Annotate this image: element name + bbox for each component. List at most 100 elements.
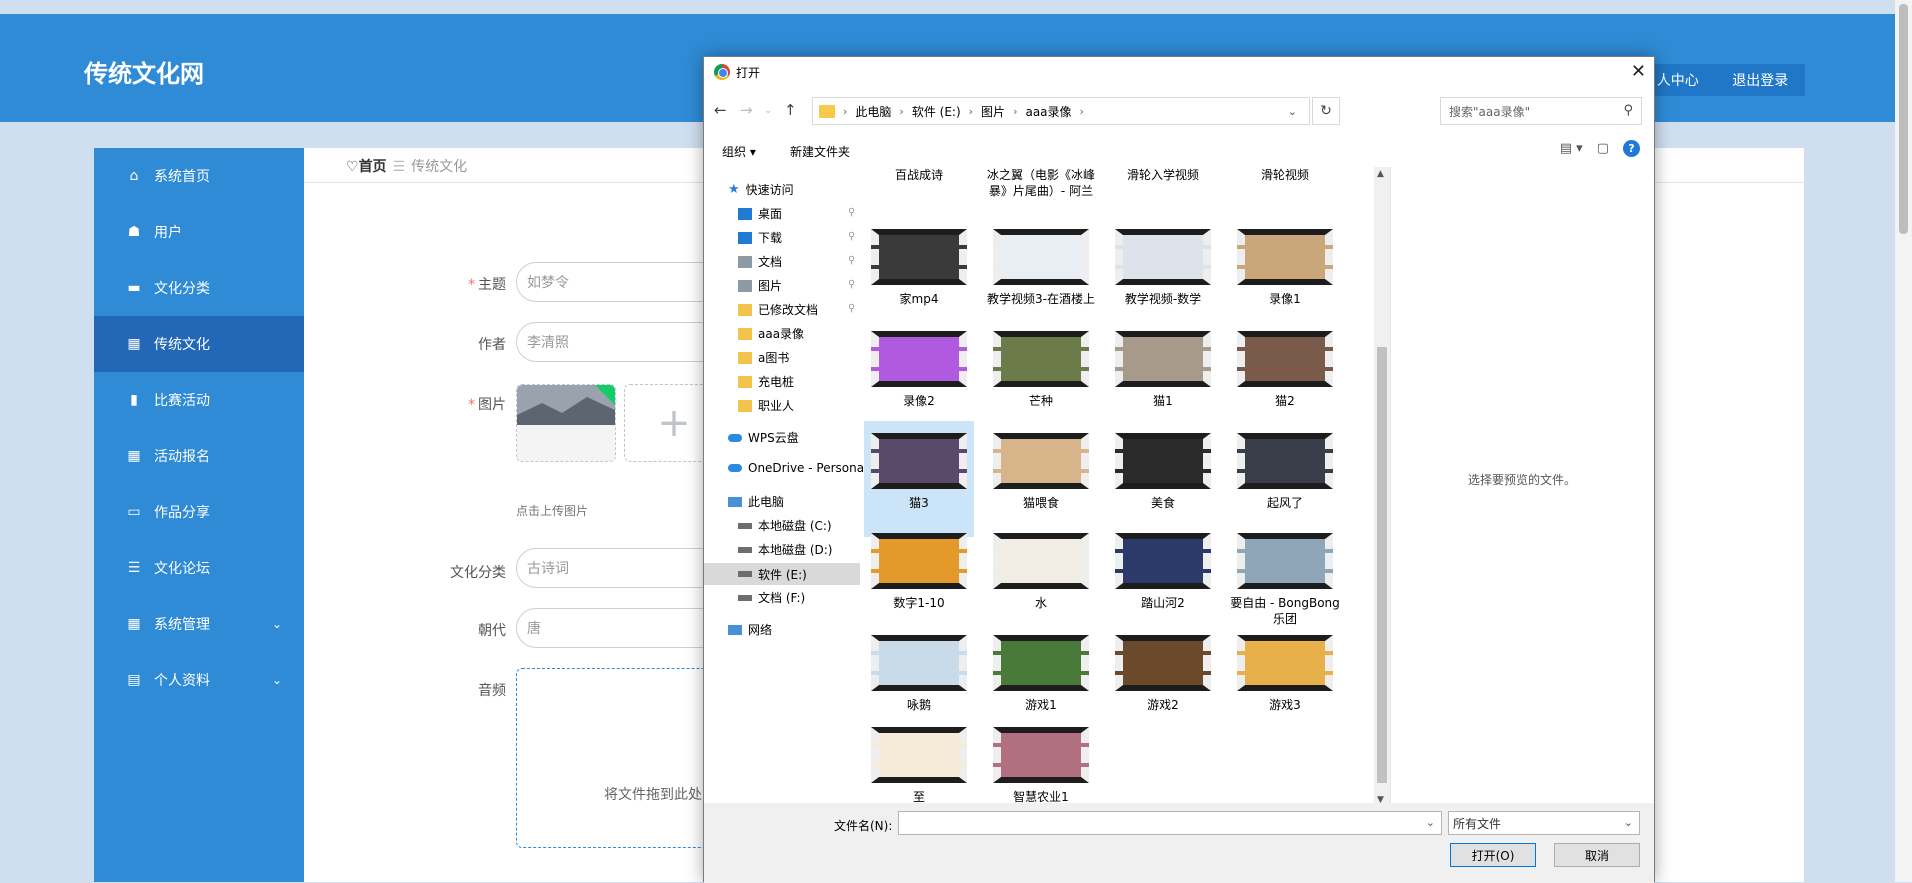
file-item[interactable]: 游戏1 <box>986 635 1096 713</box>
pin-icon[interactable]: ⚲ <box>848 303 855 314</box>
pin-icon[interactable]: ⚲ <box>848 231 855 242</box>
nav-item-drive-c[interactable]: 本地磁盘 (C:) <box>738 517 832 534</box>
nav-item-this-pc[interactable]: 此电脑 <box>728 493 784 510</box>
sidebar-item-home[interactable]: ⌂ 系统首页 <box>94 148 304 204</box>
file-item[interactable]: 猫喂食 <box>986 433 1096 511</box>
nav-item-wps-cloud[interactable]: WPS云盘 <box>728 429 799 446</box>
file-item[interactable]: 美食 <box>1108 433 1218 511</box>
nav-item-pictures[interactable]: 图片 <box>738 277 782 294</box>
path-segment[interactable]: 图片 <box>981 103 1005 120</box>
sidebar-item-system[interactable]: ▦ 系统管理 ⌄ <box>94 596 304 652</box>
file-item[interactable]: 录像1 <box>1230 229 1340 307</box>
scrollbar-thumb[interactable] <box>1377 347 1387 783</box>
page-scrollbar-thumb[interactable] <box>1899 4 1908 234</box>
pictures-icon <box>738 279 752 292</box>
logout-link[interactable]: 退出登录 <box>1732 70 1788 90</box>
file-item[interactable]: 滑轮入学视频 <box>1108 167 1218 183</box>
preview-pane-icon[interactable]: ▢ <box>1597 141 1609 156</box>
sidebar-item-culture[interactable]: ▦ 传统文化 <box>94 316 304 372</box>
sidebar-item-works[interactable]: ▭ 作品分享 <box>94 484 304 540</box>
file-item[interactable]: 录像2 <box>864 331 974 409</box>
file-item[interactable]: 水 <box>986 533 1096 611</box>
back-icon[interactable]: ← <box>714 101 727 119</box>
close-icon[interactable]: ✕ <box>1631 61 1646 82</box>
file-item[interactable]: 滑轮视频 <box>1230 167 1340 183</box>
file-item[interactable]: 咏鹅 <box>864 635 974 713</box>
file-item-selected[interactable]: 猫3 <box>864 421 974 537</box>
file-item[interactable]: 冰之翼（电影《冰峰暴》片尾曲）- 阿兰 <box>986 167 1096 199</box>
video-thumbnail <box>993 433 1089 489</box>
pin-icon[interactable]: ⚲ <box>848 279 855 290</box>
file-item[interactable]: 智慧农业1 <box>986 727 1096 805</box>
filename-input[interactable]: ⌄ <box>898 811 1442 835</box>
pin-icon[interactable]: ⚲ <box>848 255 855 266</box>
nav-item-desktop[interactable]: 桌面 <box>738 205 782 222</box>
user-center-link[interactable]: 人中心 <box>1657 70 1699 90</box>
nav-item-career[interactable]: 职业人 <box>738 397 794 414</box>
file-item[interactable]: 游戏3 <box>1230 635 1340 713</box>
chevron-down-icon[interactable]: ⌄ <box>1426 816 1435 829</box>
nav-item-downloads[interactable]: 下载 <box>738 229 782 246</box>
file-item[interactable]: 教学视频-数学 <box>1108 229 1218 307</box>
open-button[interactable]: 打开(O) <box>1450 843 1536 867</box>
page-scrollbar[interactable] <box>1895 0 1912 882</box>
sidebar-item-contest[interactable]: ▮ 比赛活动 <box>94 372 304 428</box>
refresh-icon[interactable]: ↻ <box>1312 97 1340 125</box>
file-label: 家mp4 <box>899 292 939 306</box>
view-mode-icon[interactable]: ▤ ▾ <box>1560 141 1583 156</box>
file-item[interactable]: 猫1 <box>1108 331 1218 409</box>
address-dropdown-icon[interactable]: ⌄ <box>1288 105 1297 118</box>
cancel-button[interactable]: 取消 <box>1554 843 1640 867</box>
sidebar-item-profile[interactable]: ▤ 个人资料 ⌄ <box>94 652 304 708</box>
file-item[interactable]: 游戏2 <box>1108 635 1218 713</box>
nav-quick-access[interactable]: ★ 快速访问 <box>728 181 794 198</box>
sidebar-item-category[interactable]: ▬ 文化分类 <box>94 260 304 316</box>
file-item[interactable]: 起风了 <box>1230 433 1340 511</box>
nav-item-drive-f[interactable]: 文档 (F:) <box>738 589 805 606</box>
search-input[interactable]: 搜索"aaa录像" ⚲ <box>1440 97 1642 125</box>
sidebar-item-user[interactable]: ☗ 用户 <box>94 204 304 260</box>
file-item[interactable]: 教学视频3-在酒楼上 <box>986 229 1096 307</box>
forward-icon[interactable]: → <box>740 101 753 119</box>
sidebar-item-forum[interactable]: ☰ 文化论坛 <box>94 540 304 596</box>
file-item[interactable]: 芒种 <box>986 331 1096 409</box>
file-item[interactable]: 猫2 <box>1230 331 1340 409</box>
scroll-up-icon[interactable]: ▲ <box>1377 169 1384 179</box>
sidebar-item-signup[interactable]: ▦ 活动报名 <box>94 428 304 484</box>
audio-dropzone[interactable] <box>516 668 716 848</box>
up-icon[interactable]: ↑ <box>784 101 797 119</box>
file-item[interactable]: 要自由 - BongBong乐团 <box>1230 533 1340 627</box>
breadcrumb-home[interactable]: 首页 <box>359 159 387 175</box>
file-item[interactable]: 家mp4 <box>864 229 974 307</box>
nav-item-documents[interactable]: 文档 <box>738 253 782 270</box>
path-segment[interactable]: 软件 (E:) <box>912 103 961 120</box>
nav-item-modified-docs[interactable]: 已修改文档 <box>738 301 818 318</box>
file-label: 要自由 - BongBong乐团 <box>1230 596 1340 626</box>
file-item[interactable]: 百战成诗 <box>864 167 974 183</box>
organize-button[interactable]: 组织 ▾ <box>722 143 756 160</box>
top-links: 人中心 退出登录 <box>1640 64 1805 96</box>
file-item[interactable]: 踏山河2 <box>1108 533 1218 611</box>
video-thumbnail <box>993 229 1089 285</box>
video-thumbnail <box>993 635 1089 691</box>
nav-item-charger[interactable]: 充电桩 <box>738 373 794 390</box>
nav-item-a-books[interactable]: a图书 <box>738 349 789 366</box>
nav-item-drive-e[interactable]: 软件 (E:) <box>704 563 860 585</box>
help-icon[interactable]: ? <box>1623 140 1640 157</box>
nav-item-network[interactable]: 网络 <box>728 621 772 638</box>
address-bar[interactable]: › 此电脑 › 软件 (E:) › 图片 › aaa录像 › ⌄ <box>812 97 1310 125</box>
pin-icon[interactable]: ⚲ <box>848 207 855 218</box>
uploaded-image-thumbnail[interactable] <box>516 384 616 462</box>
filetype-select[interactable]: 所有文件 ⌄ <box>1448 811 1640 835</box>
file-label: 猫喂食 <box>1022 496 1059 510</box>
nav-item-aaa-recordings[interactable]: aaa录像 <box>738 325 804 342</box>
new-folder-button[interactable]: 新建文件夹 <box>790 143 850 160</box>
file-grid-scrollbar[interactable]: ▲ ▼ <box>1374 167 1390 807</box>
nav-item-onedrive[interactable]: OneDrive - Persona <box>728 461 864 475</box>
nav-item-drive-d[interactable]: 本地磁盘 (D:) <box>738 541 832 558</box>
file-item[interactable]: 至 <box>864 727 974 805</box>
file-item[interactable]: 数字1-10 <box>864 533 974 611</box>
path-segment[interactable]: 此电脑 <box>855 103 891 120</box>
history-dropdown-icon[interactable]: ⌄ <box>764 105 772 116</box>
path-segment[interactable]: aaa录像 <box>1025 103 1071 120</box>
